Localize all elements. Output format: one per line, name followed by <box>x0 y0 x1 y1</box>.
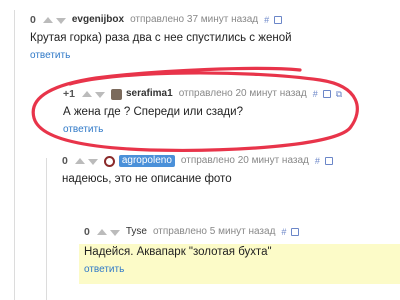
save-icon[interactable] <box>291 228 300 236</box>
thread-line <box>14 10 15 300</box>
hash-link-icon[interactable]: # <box>315 155 320 167</box>
save-icon[interactable] <box>274 16 283 24</box>
comment-author[interactable]: serafima1 <box>126 88 173 100</box>
upvote-icon[interactable] <box>81 90 92 97</box>
comment-text: А жена где ? Спереди или сзади? <box>63 106 243 118</box>
comment-author[interactable]: agropoleno <box>118 155 175 167</box>
upvote-icon[interactable] <box>42 16 53 23</box>
comment-tyse: 0 Tyse отправлено 5 минут назад # Надейс… <box>84 226 304 275</box>
comment-text: Крутая горка) раза два с нее спустились … <box>30 32 292 44</box>
downvote-icon[interactable] <box>55 17 66 24</box>
reply-link[interactable]: ответить <box>30 50 292 61</box>
comment-rating: 0 <box>84 226 90 238</box>
comment-rating: 0 <box>30 14 36 26</box>
comment-time: отправлено 20 минут назад <box>178 88 307 99</box>
hash-link-icon[interactable]: # <box>313 88 318 100</box>
comment-author[interactable]: Tyse <box>126 226 147 238</box>
downvote-icon[interactable] <box>87 158 98 165</box>
save-icon[interactable] <box>322 90 331 98</box>
comment-meta: +1 serafima1 отправлено 20 минут назад #… <box>63 88 347 100</box>
link-icon[interactable]: ⧉ <box>336 88 342 100</box>
comment-serafima1: +1 serafima1 отправлено 20 минут назад #… <box>63 88 347 135</box>
hash-link-icon[interactable]: # <box>264 14 269 26</box>
comment-evgenijbox: 0 evgenijbox отправлено 37 минут назад #… <box>30 14 292 61</box>
comment-text: надеюсь, это не описание фото <box>62 173 232 185</box>
comment-agropoleno: 0 agropoleno отправлено 20 минут назад #… <box>62 155 338 187</box>
hash-link-icon[interactable]: # <box>281 226 286 238</box>
upvote-icon[interactable] <box>74 157 85 164</box>
comment-meta: 0 agropoleno отправлено 20 минут назад # <box>62 155 338 167</box>
comment-author[interactable]: evgenijbox <box>72 14 124 26</box>
thread-line <box>46 158 47 300</box>
save-icon[interactable] <box>324 157 333 165</box>
comment-time: отправлено 37 минут назад <box>130 14 259 25</box>
comment-meta: 0 Tyse отправлено 5 минут назад # <box>84 226 304 238</box>
comment-rating: 0 <box>62 155 68 167</box>
downvote-icon[interactable] <box>109 229 120 236</box>
comment-meta: 0 evgenijbox отправлено 37 минут назад # <box>30 14 292 26</box>
reply-link[interactable]: ответить <box>84 264 304 275</box>
avatar[interactable] <box>110 88 122 100</box>
reply-link[interactable]: ответить <box>63 124 347 135</box>
comment-rating: +1 <box>63 88 75 100</box>
comment-time: отправлено 5 минут назад <box>152 226 276 237</box>
comment-time: отправлено 20 минут назад <box>180 155 309 166</box>
upvote-icon[interactable] <box>96 228 107 235</box>
avatar[interactable] <box>103 155 115 167</box>
downvote-icon[interactable] <box>94 91 105 98</box>
comment-text: Надейся. Аквапарк "золотая бухта" <box>84 246 272 258</box>
